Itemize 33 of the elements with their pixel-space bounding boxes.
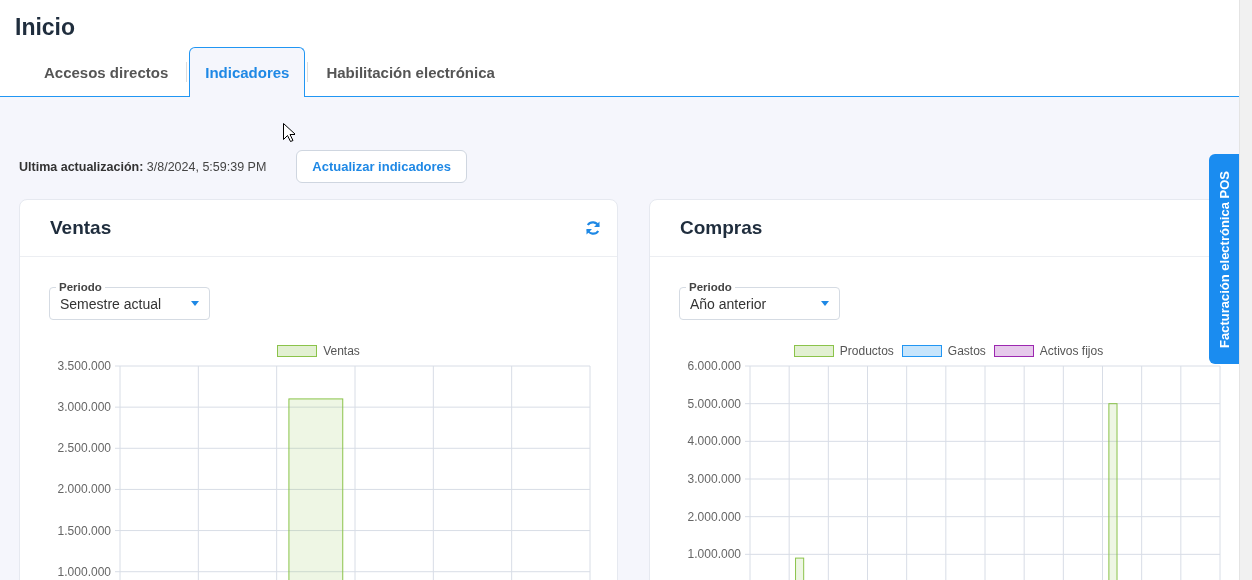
axis-tick-label: 5.000.000	[687, 396, 741, 411]
axis-tick-label: 2.000.000	[57, 482, 111, 497]
select-value: Año anterior	[690, 295, 768, 312]
axis-tick-label: 3.000.000	[687, 472, 741, 486]
axis-tick-label: 3.000.000	[57, 400, 111, 415]
axis-tick-label: 1.000.000	[687, 547, 741, 562]
legend-label: Ventas	[323, 344, 360, 358]
bar	[795, 557, 805, 580]
select-label: Periodo	[686, 280, 735, 294]
caret-icon	[821, 301, 829, 306]
axis-tick-label: 2.500.000	[57, 441, 111, 456]
tab[interactable]: Accesos directos	[28, 47, 185, 97]
card-title: Compras	[680, 217, 763, 239]
card-title: Ventas	[50, 217, 112, 239]
scrollbar[interactable]	[1239, 0, 1252, 580]
legend-label: Productos	[839, 344, 894, 358]
select-label: Periodo	[56, 280, 105, 294]
axis-tick-label: 1.500.000	[57, 523, 111, 538]
refresh-icon[interactable]	[585, 220, 601, 236]
cursor-icon	[283, 123, 295, 142]
axis-tick-label: 2.000.000	[687, 509, 741, 524]
axis-tick-label: 3.500.000	[57, 359, 111, 373]
legend-label: Activos fijos	[1039, 344, 1104, 358]
axis-tick-label: 1.000.000	[57, 564, 111, 579]
legend-label: Gastos	[947, 344, 986, 358]
axis-tick-label: 6.000.000	[687, 359, 741, 373]
axis-tick-label: 4.000.000	[687, 434, 741, 449]
tab[interactable]: Habilitación electrónica	[310, 47, 511, 97]
page-title: Inicio	[14, 13, 77, 42]
caret-icon	[191, 301, 199, 306]
select-value: Semestre actual	[60, 295, 163, 312]
last-update-text: Ultima actualización: 3/8/2024, 5:59:39 PM	[19, 159, 267, 174]
update-indicators-button[interactable]: Actualizar indicadores	[296, 150, 468, 183]
